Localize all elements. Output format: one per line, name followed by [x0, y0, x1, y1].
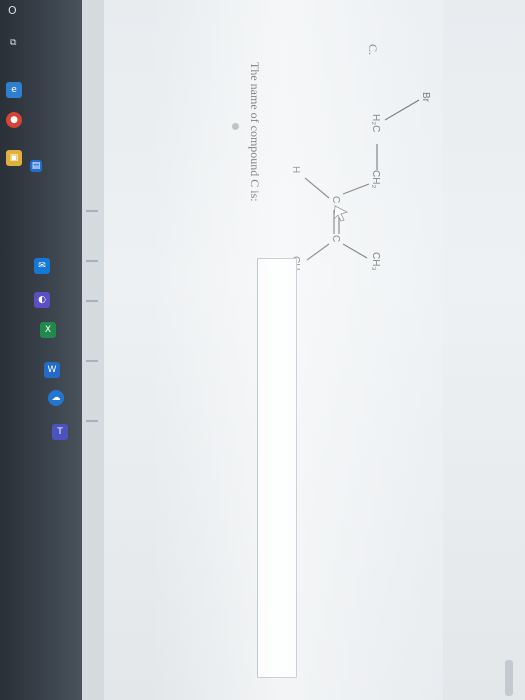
- atom-ch3-top: CH₃: [370, 252, 381, 271]
- scrollbar[interactable]: [505, 660, 513, 696]
- atom-c1: C: [330, 196, 341, 203]
- atom-br: Br: [420, 92, 431, 103]
- status-dot: [232, 123, 239, 130]
- atom-h2c: H₂C: [370, 114, 381, 132]
- bond-ch2-c1: [342, 183, 370, 195]
- atom-c2: C: [330, 235, 341, 242]
- bond-c2-ch3-bottom: [306, 243, 330, 261]
- atom-ch2: CH₂: [370, 170, 381, 188]
- bond-c1-h: [304, 177, 330, 199]
- bond-c2-ch3-top: [342, 243, 368, 259]
- answer-input[interactable]: [257, 258, 297, 678]
- mouse-cursor-icon: [333, 205, 349, 222]
- question-prompt: The name of compound C is:: [248, 62, 262, 202]
- bond-br-c: [384, 99, 420, 121]
- atom-h: H: [290, 166, 301, 173]
